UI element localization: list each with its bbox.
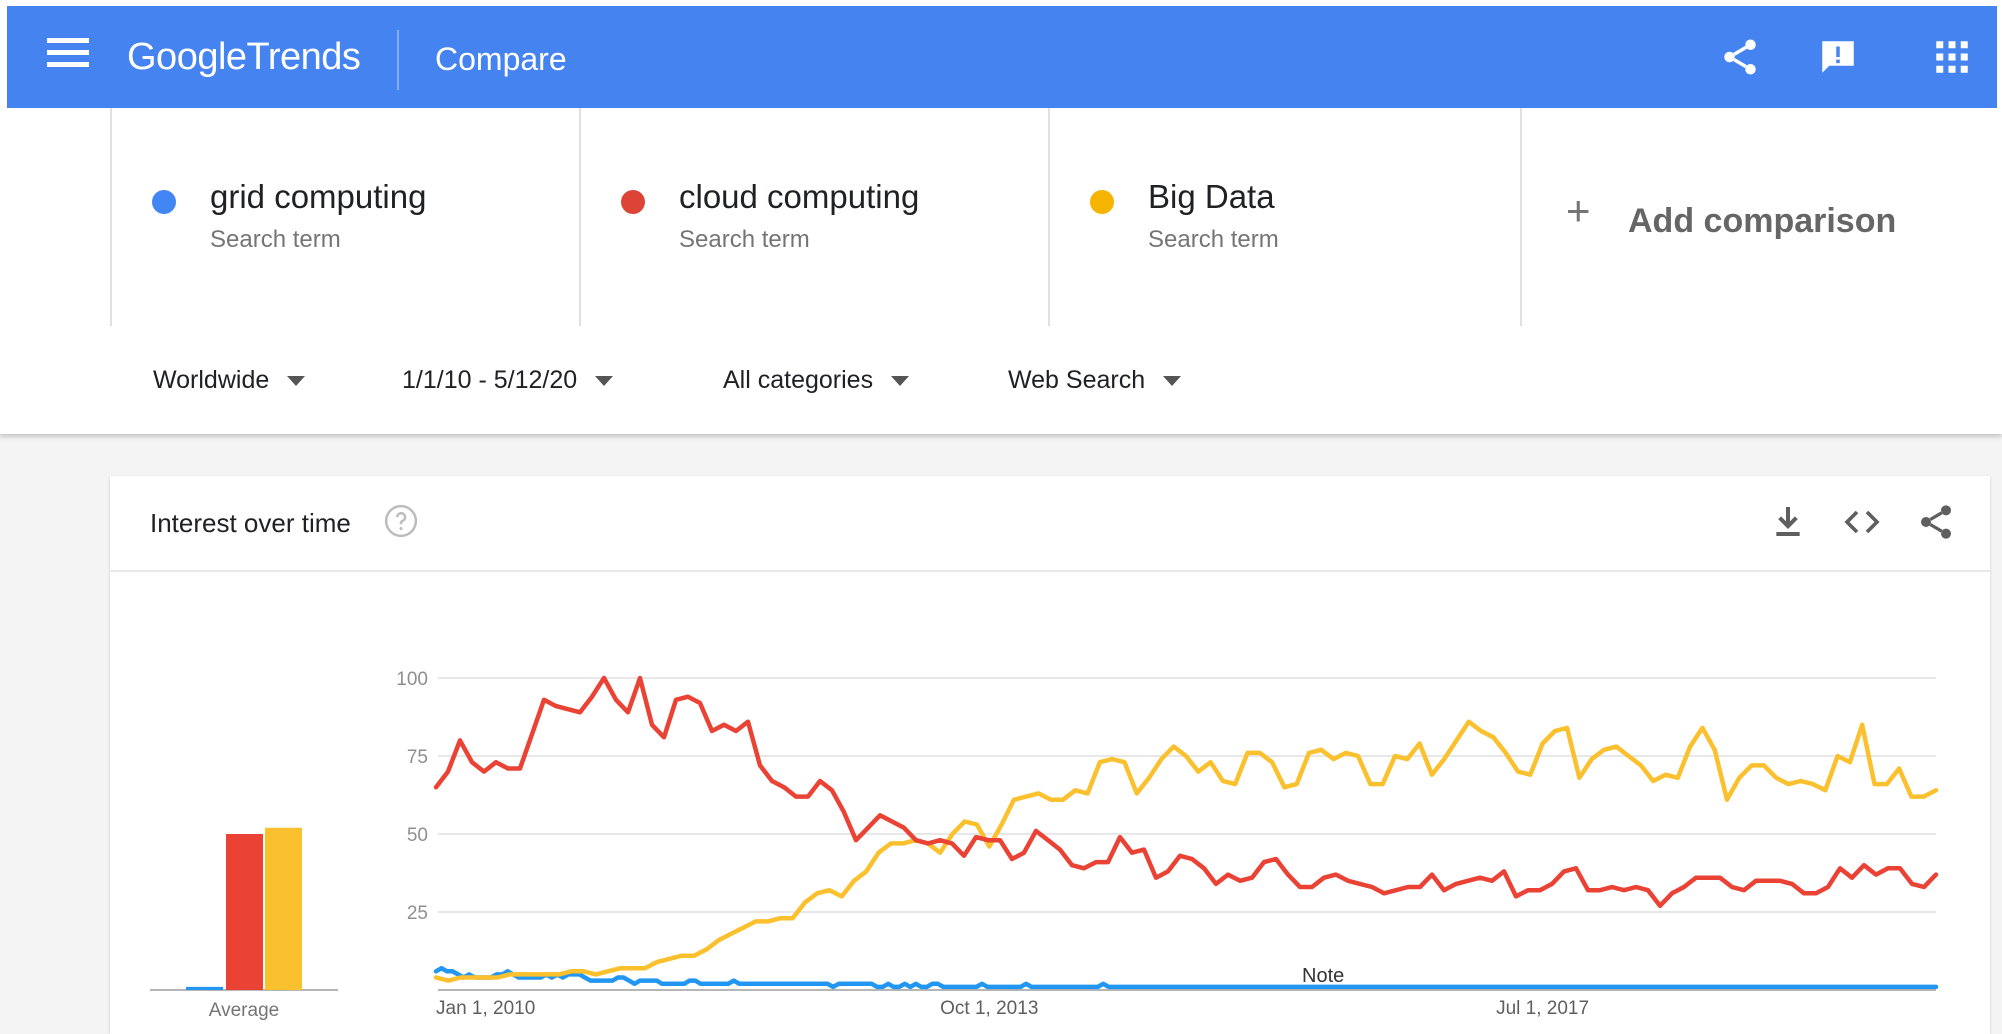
term-color-dot [621, 190, 645, 214]
search-terms-row: grid computing Search term cloud computi… [0, 108, 2002, 328]
y-tick-label: 100 [396, 669, 428, 690]
y-tick-label: 50 [407, 825, 428, 846]
term-subtitle: Search term [679, 226, 810, 253]
term-card-grid-computing[interactable]: grid computing Search term [110, 108, 580, 326]
category-dropdown[interactable]: All categories [723, 366, 910, 395]
series-line-big-data[interactable] [433, 719, 1939, 983]
chevron-down-icon [891, 376, 910, 387]
term-subtitle: Search term [210, 226, 341, 253]
average-bar-big-data[interactable] [265, 827, 302, 990]
term-color-dot [152, 190, 176, 214]
chevron-down-icon [287, 376, 306, 387]
term-subtitle: Search term [1148, 226, 1279, 253]
date-range-dropdown[interactable]: 1/1/10 - 5/12/20 [402, 366, 614, 395]
category-value: All categories [723, 366, 874, 394]
search-type-dropdown[interactable]: Web Search [1008, 366, 1182, 395]
term-color-dot [1090, 190, 1114, 214]
series-line-cloud-computing[interactable] [433, 675, 1939, 909]
term-card-cloud-computing[interactable]: cloud computing Search term [579, 108, 1049, 326]
logo-trends: Trends [246, 36, 361, 78]
region-value: Worldwide [153, 366, 270, 394]
average-bar-cloud-computing[interactable] [226, 834, 263, 990]
apps-grid-icon[interactable] [1931, 36, 1973, 78]
chevron-down-icon [595, 376, 614, 387]
region-dropdown[interactable]: Worldwide [153, 366, 306, 395]
menu-icon[interactable] [47, 38, 89, 76]
average-bar-grid-computing[interactable] [186, 986, 223, 990]
search-type-value: Web Search [1008, 366, 1146, 394]
google-trends-logo[interactable]: GoogleTrends [127, 36, 361, 79]
date-range-value: 1/1/10 - 5/12/20 [402, 366, 578, 394]
note-annotation[interactable]: Note [1302, 965, 1344, 987]
x-tick-label: Oct 1, 2013 [940, 998, 1038, 1019]
add-comparison-button[interactable]: + Add comparison [1520, 108, 2002, 326]
average-label: Average [209, 1000, 279, 1021]
term-name: grid computing [210, 178, 427, 215]
series-line-grid-computing[interactable] [433, 965, 1939, 990]
interest-over-time-card: Interest over time 25 50 75 100 Jan 1, 2010 O… [110, 476, 1990, 1034]
app-bar: GoogleTrends Compare [7, 6, 1997, 108]
y-tick-label: 75 [407, 747, 428, 768]
chevron-down-icon [1163, 376, 1182, 387]
page-title: Compare [435, 41, 567, 77]
term-card-big-data[interactable]: Big Data Search term [1048, 108, 1520, 326]
y-tick-label: 25 [407, 903, 428, 924]
term-name: cloud computing [679, 178, 920, 215]
logo-google: Google [127, 36, 247, 78]
term-name: Big Data [1148, 178, 1275, 215]
interest-over-time-chart: 25 50 75 100 Jan 1, 2010 Oct 1, 2013 Jul 1, 20… [150, 669, 1939, 1021]
plus-icon: + [1566, 187, 1591, 234]
x-tick-label: Jan 1, 2010 [436, 998, 535, 1019]
appbar-divider [397, 30, 399, 90]
filter-bar: Worldwide 1/1/10 - 5/12/20 All categorie… [0, 326, 2002, 434]
feedback-icon[interactable] [1817, 36, 1859, 78]
add-comparison-label: Add comparison [1628, 202, 1897, 240]
share-icon[interactable] [1719, 36, 1761, 78]
x-tick-label: Jul 1, 2017 [1496, 998, 1589, 1019]
